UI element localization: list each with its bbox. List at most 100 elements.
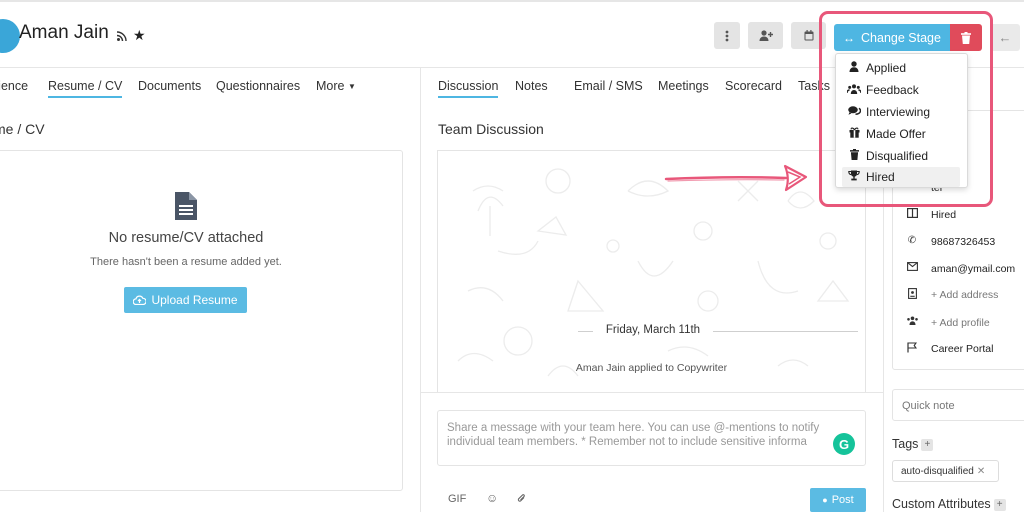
change-stage-button[interactable]: ↔ Change Stage [834, 24, 950, 51]
discussion-feed: Friday, March 11th Aman Jain applied to … [437, 150, 866, 392]
tab-email-sms[interactable]: Email / SMS [574, 79, 643, 93]
cloud-upload-icon [133, 295, 147, 305]
info-row-address[interactable]: + Add address [893, 288, 1024, 304]
stage-option-applied[interactable]: Applied [842, 58, 960, 78]
tab-resume-cv[interactable]: Resume / CV [48, 79, 123, 98]
tags-label: Tags [892, 437, 919, 451]
trash-icon [842, 149, 866, 163]
tab-tasks[interactable]: Tasks [798, 79, 830, 93]
resume-heading: me / CV [0, 121, 45, 137]
stage-option-label: Applied [866, 61, 907, 75]
resume-card [0, 150, 403, 491]
arrows-horizontal-icon: ↔ [843, 30, 856, 45]
add-profile-link[interactable]: + Add profile [931, 317, 990, 329]
panel-divider [420, 68, 421, 512]
empty-title: No resume/CV attached [108, 230, 264, 246]
emoji-icon[interactable]: ☺ [486, 491, 498, 505]
rss-icon[interactable] [116, 31, 127, 42]
add-address-link[interactable]: + Add address [931, 289, 998, 301]
tag-label: auto-disqualified [901, 466, 974, 477]
users-icon [905, 316, 919, 328]
remove-tag-icon[interactable]: ✕ [977, 466, 985, 477]
tab-more-label: More [316, 79, 345, 93]
stage-option-disqualified[interactable]: Disqualified [842, 146, 960, 166]
comments-icon [842, 105, 866, 119]
tag-chip: auto-disqualified ✕ [892, 460, 999, 482]
calendar-icon [804, 30, 813, 41]
add-user-button[interactable] [748, 22, 783, 49]
previous-button[interactable]: ← [990, 24, 1020, 51]
attachment-icon[interactable] [517, 493, 526, 507]
post-button[interactable]: ● Post [810, 488, 866, 512]
address-card-icon [905, 288, 919, 302]
stage-option-interviewing[interactable]: Interviewing [842, 102, 960, 122]
trash-icon [961, 31, 971, 44]
empty-subtitle: There hasn't been a resume added yet. [90, 256, 282, 268]
avatar[interactable] [0, 19, 20, 53]
grammarly-icon[interactable]: G [833, 433, 855, 455]
phone-icon: ✆ [907, 235, 917, 246]
add-attribute-button[interactable]: + [993, 498, 1006, 511]
gif-button[interactable]: GIF [448, 493, 466, 505]
flag-icon [905, 342, 919, 356]
custom-attributes-label: Custom Attributes [892, 497, 991, 511]
date-separator: Friday, March 11th [438, 324, 865, 338]
info-row-profile[interactable]: + Add profile [893, 316, 1024, 332]
tab-experience[interactable]: rience [0, 79, 28, 93]
info-email: aman@ymail.com [931, 263, 1016, 275]
left-tabs: rience Resume / CV Documents Questionnai… [0, 79, 420, 103]
background-doodles [457, 168, 850, 377]
star-icon[interactable]: ★ [133, 27, 146, 44]
ellipsis-vertical-icon [725, 30, 729, 41]
user-icon [842, 61, 866, 75]
quick-note-input[interactable]: Quick note [892, 389, 1024, 421]
upload-resume-button[interactable]: Upload Resume [124, 287, 247, 313]
user-plus-icon [759, 30, 773, 41]
tags-section: Tags + [892, 437, 934, 451]
info-phone: 98687326453 [931, 236, 996, 248]
document-icon [175, 192, 197, 220]
stage-dropdown-menu: Applied Feedback Interviewing Made Offer… [835, 53, 968, 188]
stage-option-label: Made Offer [866, 127, 926, 141]
more-options-button[interactable] [714, 22, 740, 49]
tab-documents[interactable]: Documents [138, 79, 201, 93]
stage-option-made-offer[interactable]: Made Offer [842, 124, 960, 144]
stage-option-label: Interviewing [866, 105, 931, 119]
tab-meetings[interactable]: Meetings [658, 79, 709, 93]
upload-resume-label: Upload Resume [151, 293, 238, 307]
activity-event: Aman Jain applied to Copywriter [575, 362, 728, 374]
envelope-icon [905, 262, 919, 274]
team-discussion-heading: Team Discussion [438, 121, 544, 137]
candidate-name: Aman Jain [19, 22, 109, 43]
users-icon [842, 83, 866, 97]
schedule-button[interactable] [791, 22, 826, 49]
stage-option-feedback[interactable]: Feedback [842, 80, 960, 100]
info-row-phone[interactable]: ✆ 98687326453 [893, 235, 1024, 251]
post-label: Post [831, 494, 854, 506]
change-stage-label: Change Stage [861, 30, 941, 45]
add-tag-button[interactable]: + [921, 438, 934, 451]
trophy-icon [842, 170, 866, 184]
arrow-left-icon: ← [998, 30, 1012, 45]
custom-attributes-section: Custom Attributes + [892, 497, 1006, 511]
stage-option-hired[interactable]: Hired [842, 167, 960, 187]
info-row-source: Career Portal [893, 342, 1024, 358]
caret-down-icon: ▼ [347, 82, 356, 92]
info-row-stage: Hired [893, 208, 1024, 224]
date-separator-text: Friday, March 11th [593, 324, 713, 336]
stage-option-label: Hired [866, 170, 895, 184]
info-stage: Hired [931, 209, 957, 221]
comment-icon: ● [822, 495, 828, 505]
delete-button[interactable] [950, 24, 982, 51]
info-row-email[interactable]: aman@ymail.com [893, 262, 1024, 278]
tab-more[interactable]: More ▼ [316, 79, 356, 93]
columns-icon [905, 208, 919, 221]
tab-notes[interactable]: Notes [515, 79, 548, 93]
team-message-input[interactable]: Share a message with your team here. You… [437, 410, 866, 466]
tab-discussion[interactable]: Discussion [438, 79, 499, 98]
stage-option-label: Disqualified [866, 149, 929, 163]
chat-divider [420, 392, 884, 393]
tab-scorecard[interactable]: Scorecard [725, 79, 782, 93]
gift-icon [842, 127, 866, 141]
tab-questionnaires[interactable]: Questionnaires [216, 79, 300, 93]
